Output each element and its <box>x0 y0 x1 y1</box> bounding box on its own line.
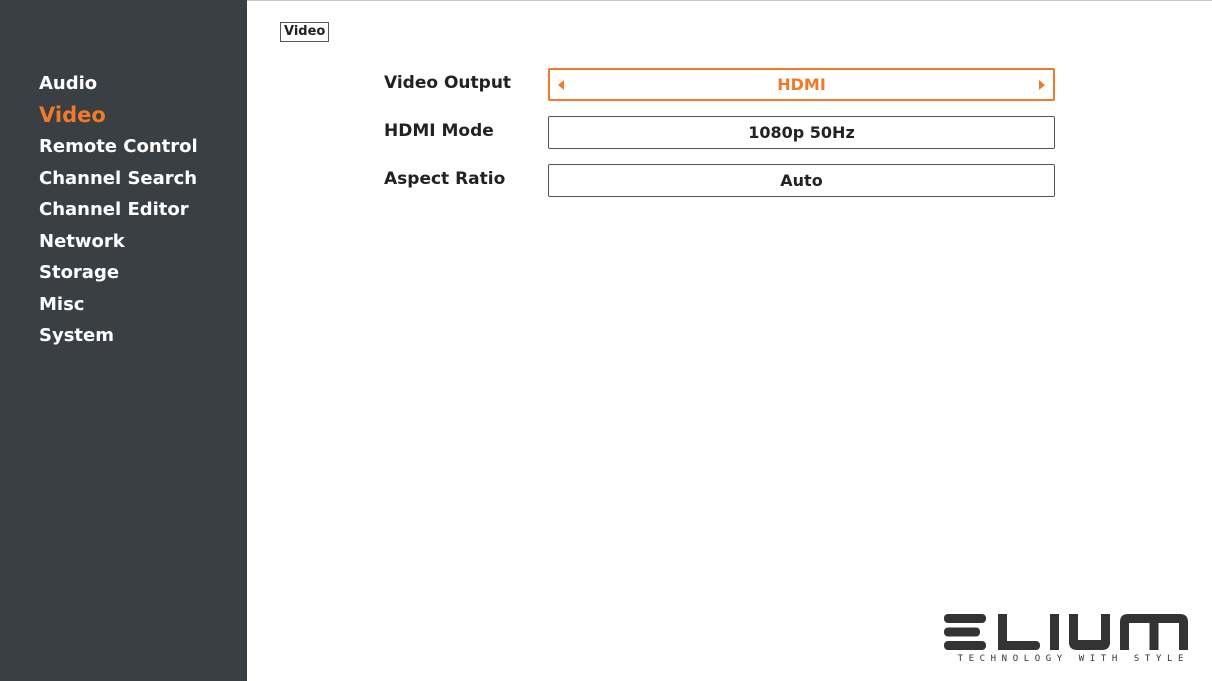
sidebar: Audio Video Remote Control Channel Searc… <box>0 0 247 681</box>
aspect-ratio-value: Auto <box>780 171 823 190</box>
aspect-ratio-selector[interactable]: Auto <box>548 164 1055 197</box>
top-divider <box>247 0 1212 1</box>
sidebar-item-channel-search[interactable]: Channel Search <box>39 163 198 195</box>
elium-logo: TECHNOLOGY WITH STYLE <box>944 612 1189 672</box>
hdmi-mode-selector[interactable]: 1080p 50Hz <box>548 116 1055 149</box>
video-output-selector[interactable]: HDMI <box>548 68 1055 101</box>
sidebar-item-storage[interactable]: Storage <box>39 257 198 289</box>
hdmi-mode-label: HDMI Mode <box>384 121 494 141</box>
aspect-ratio-label: Aspect Ratio <box>384 169 506 189</box>
video-output-value: HDMI <box>777 75 826 94</box>
sidebar-item-channel-editor[interactable]: Channel Editor <box>39 194 198 226</box>
caret-right-icon[interactable] <box>1039 79 1045 90</box>
sidebar-item-remote-control[interactable]: Remote Control <box>39 131 198 163</box>
settings-screen: Audio Video Remote Control Channel Searc… <box>0 0 1212 681</box>
sidebar-item-misc[interactable]: Misc <box>39 289 198 321</box>
video-output-label: Video Output <box>384 73 512 93</box>
sidebar-menu: Audio Video Remote Control Channel Searc… <box>39 68 198 352</box>
sidebar-item-system[interactable]: System <box>39 320 198 352</box>
sidebar-item-video[interactable]: Video <box>39 100 198 132</box>
hdmi-mode-value: 1080p 50Hz <box>748 123 855 142</box>
breadcrumb: Video <box>280 22 330 42</box>
elium-logo-mark <box>944 614 1188 650</box>
logo-tagline: TECHNOLOGY WITH STYLE <box>957 654 1189 664</box>
sidebar-item-audio[interactable]: Audio <box>39 68 198 100</box>
sidebar-item-network[interactable]: Network <box>39 226 198 258</box>
